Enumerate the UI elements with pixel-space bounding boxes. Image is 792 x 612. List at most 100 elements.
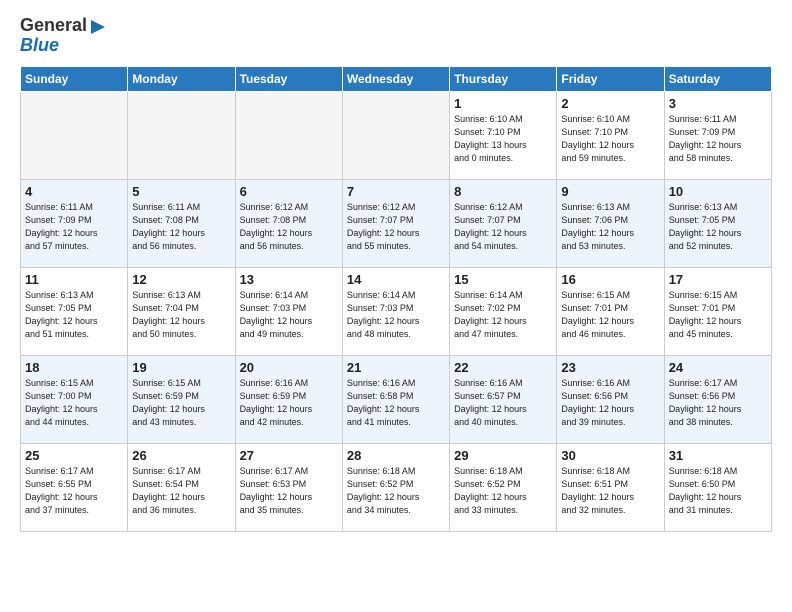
day-number: 18 [25,360,123,375]
col-header-thursday: Thursday [450,66,557,91]
week-row-4: 18 Sunrise: 6:15 AM Sunset: 7:00 PM Dayli… [21,355,772,443]
day-number: 22 [454,360,552,375]
day-number: 14 [347,272,445,287]
day-cell: 17 Sunrise: 6:15 AM Sunset: 7:01 PM Dayli… [664,267,771,355]
day-info: Sunrise: 6:12 AM Sunset: 7:07 PM Dayligh… [454,201,552,253]
logo: General Blue [20,16,107,56]
day-info: Sunrise: 6:10 AM Sunset: 7:10 PM Dayligh… [561,113,659,165]
day-number: 28 [347,448,445,463]
day-cell: 4 Sunrise: 6:11 AM Sunset: 7:09 PM Daylig… [21,179,128,267]
week-row-2: 4 Sunrise: 6:11 AM Sunset: 7:09 PM Daylig… [21,179,772,267]
calendar-table: SundayMondayTuesdayWednesdayThursdayFrid… [20,66,772,532]
day-cell: 11 Sunrise: 6:13 AM Sunset: 7:05 PM Dayli… [21,267,128,355]
logo-general-text: General [20,16,87,36]
day-number: 3 [669,96,767,111]
day-info: Sunrise: 6:15 AM Sunset: 7:00 PM Dayligh… [25,377,123,429]
day-info: Sunrise: 6:16 AM Sunset: 6:59 PM Dayligh… [240,377,338,429]
day-info: Sunrise: 6:11 AM Sunset: 7:09 PM Dayligh… [669,113,767,165]
day-cell [235,91,342,179]
day-number: 25 [25,448,123,463]
day-cell: 28 Sunrise: 6:18 AM Sunset: 6:52 PM Dayli… [342,443,449,531]
day-cell: 19 Sunrise: 6:15 AM Sunset: 6:59 PM Dayli… [128,355,235,443]
day-info: Sunrise: 6:10 AM Sunset: 7:10 PM Dayligh… [454,113,552,165]
day-number: 11 [25,272,123,287]
day-number: 19 [132,360,230,375]
day-cell: 21 Sunrise: 6:16 AM Sunset: 6:58 PM Dayli… [342,355,449,443]
page: General Blue SundayMondayTuesdayWednesda… [0,0,792,612]
day-cell: 18 Sunrise: 6:15 AM Sunset: 7:00 PM Dayli… [21,355,128,443]
day-number: 13 [240,272,338,287]
day-cell: 16 Sunrise: 6:15 AM Sunset: 7:01 PM Dayli… [557,267,664,355]
day-cell [342,91,449,179]
day-info: Sunrise: 6:18 AM Sunset: 6:51 PM Dayligh… [561,465,659,517]
col-header-wednesday: Wednesday [342,66,449,91]
day-cell: 15Sunrise: 6:14 AM Sunset: 7:02 PM Dayli… [450,267,557,355]
day-number: 20 [240,360,338,375]
day-info: Sunrise: 6:13 AM Sunset: 7:05 PM Dayligh… [25,289,123,341]
day-number: 10 [669,184,767,199]
day-info: Sunrise: 6:15 AM Sunset: 7:01 PM Dayligh… [669,289,767,341]
day-number: 8 [454,184,552,199]
day-number: 17 [669,272,767,287]
day-cell: 1 Sunrise: 6:10 AM Sunset: 7:10 PM Daylig… [450,91,557,179]
day-info: Sunrise: 6:13 AM Sunset: 7:06 PM Dayligh… [561,201,659,253]
day-info: Sunrise: 6:12 AM Sunset: 7:07 PM Dayligh… [347,201,445,253]
header: General Blue [20,16,772,56]
day-number: 21 [347,360,445,375]
day-number: 1 [454,96,552,111]
col-header-sunday: Sunday [21,66,128,91]
day-info: Sunrise: 6:18 AM Sunset: 6:52 PM Dayligh… [347,465,445,517]
day-info: Sunrise: 6:13 AM Sunset: 7:04 PM Dayligh… [132,289,230,341]
day-cell: 23Sunrise: 6:16 AM Sunset: 6:56 PM Dayli… [557,355,664,443]
day-cell: 31 Sunrise: 6:18 AM Sunset: 6:50 PM Dayli… [664,443,771,531]
day-number: 29 [454,448,552,463]
col-header-friday: Friday [557,66,664,91]
day-cell: 2 Sunrise: 6:10 AM Sunset: 7:10 PM Daylig… [557,91,664,179]
day-cell: 30 Sunrise: 6:18 AM Sunset: 6:51 PM Dayli… [557,443,664,531]
day-number: 2 [561,96,659,111]
day-cell: 8 Sunrise: 6:12 AM Sunset: 7:07 PM Daylig… [450,179,557,267]
week-row-5: 25 Sunrise: 6:17 AM Sunset: 6:55 PM Dayli… [21,443,772,531]
day-number: 16 [561,272,659,287]
day-info: Sunrise: 6:16 AM Sunset: 6:58 PM Dayligh… [347,377,445,429]
day-info: Sunrise: 6:11 AM Sunset: 7:08 PM Dayligh… [132,201,230,253]
col-header-monday: Monday [128,66,235,91]
day-info: Sunrise: 6:17 AM Sunset: 6:54 PM Dayligh… [132,465,230,517]
day-info: Sunrise: 6:15 AM Sunset: 6:59 PM Dayligh… [132,377,230,429]
day-cell: 29 Sunrise: 6:18 AM Sunset: 6:52 PM Dayli… [450,443,557,531]
day-info: Sunrise: 6:14 AM Sunset: 7:02 PM Dayligh… [454,289,552,341]
header-row: SundayMondayTuesdayWednesdayThursdayFrid… [21,66,772,91]
week-row-3: 11 Sunrise: 6:13 AM Sunset: 7:05 PM Dayli… [21,267,772,355]
day-number: 4 [25,184,123,199]
day-number: 30 [561,448,659,463]
day-info: Sunrise: 6:18 AM Sunset: 6:52 PM Dayligh… [454,465,552,517]
day-cell: 27Sunrise: 6:17 AM Sunset: 6:53 PM Dayli… [235,443,342,531]
day-cell: 5Sunrise: 6:11 AM Sunset: 7:08 PM Daylig… [128,179,235,267]
logo-block: General Blue [20,16,107,56]
day-cell: 12Sunrise: 6:13 AM Sunset: 7:04 PM Dayli… [128,267,235,355]
day-info: Sunrise: 6:17 AM Sunset: 6:53 PM Dayligh… [240,465,338,517]
day-info: Sunrise: 6:15 AM Sunset: 7:01 PM Dayligh… [561,289,659,341]
day-info: Sunrise: 6:14 AM Sunset: 7:03 PM Dayligh… [347,289,445,341]
col-header-saturday: Saturday [664,66,771,91]
day-number: 26 [132,448,230,463]
day-cell: 26 Sunrise: 6:17 AM Sunset: 6:54 PM Dayli… [128,443,235,531]
day-info: Sunrise: 6:11 AM Sunset: 7:09 PM Dayligh… [25,201,123,253]
day-info: Sunrise: 6:18 AM Sunset: 6:50 PM Dayligh… [669,465,767,517]
day-cell: 6Sunrise: 6:12 AM Sunset: 7:08 PM Daylig… [235,179,342,267]
day-cell: 10Sunrise: 6:13 AM Sunset: 7:05 PM Dayli… [664,179,771,267]
day-number: 24 [669,360,767,375]
day-cell: 22Sunrise: 6:16 AM Sunset: 6:57 PM Dayli… [450,355,557,443]
day-number: 6 [240,184,338,199]
day-cell: 13 Sunrise: 6:14 AM Sunset: 7:03 PM Dayli… [235,267,342,355]
day-info: Sunrise: 6:14 AM Sunset: 7:03 PM Dayligh… [240,289,338,341]
day-info: Sunrise: 6:17 AM Sunset: 6:55 PM Dayligh… [25,465,123,517]
day-info: Sunrise: 6:17 AM Sunset: 6:56 PM Dayligh… [669,377,767,429]
day-cell [128,91,235,179]
day-cell: 25 Sunrise: 6:17 AM Sunset: 6:55 PM Dayli… [21,443,128,531]
day-number: 31 [669,448,767,463]
day-cell: 3 Sunrise: 6:11 AM Sunset: 7:09 PM Daylig… [664,91,771,179]
day-number: 7 [347,184,445,199]
col-header-tuesday: Tuesday [235,66,342,91]
day-cell: 14 Sunrise: 6:14 AM Sunset: 7:03 PM Dayli… [342,267,449,355]
